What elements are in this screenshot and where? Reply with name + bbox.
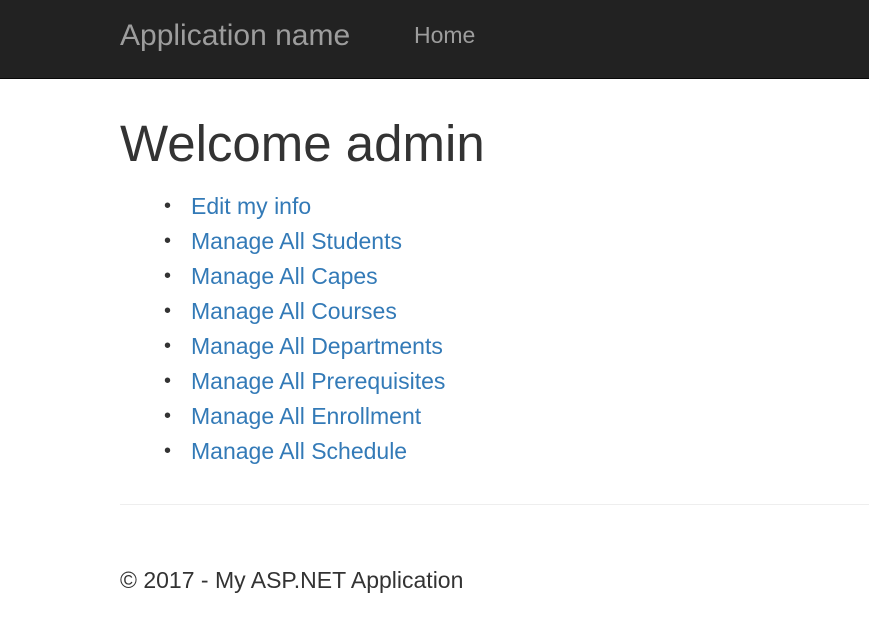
manage-capes-link[interactable]: Manage All Capes	[191, 259, 378, 294]
edit-my-info-link[interactable]: Edit my info	[191, 189, 311, 224]
bullet-icon: •	[164, 440, 172, 462]
manage-departments-link[interactable]: Manage All Departments	[191, 329, 443, 364]
bullet-icon: •	[164, 265, 172, 287]
nav-link-home[interactable]: Home	[414, 21, 475, 49]
manage-enrollment-link[interactable]: Manage All Enrollment	[191, 399, 421, 434]
page-title: Welcome admin	[120, 115, 485, 172]
bullet-icon: •	[164, 370, 172, 392]
bullet-icon: •	[164, 230, 172, 252]
brand-link[interactable]: Application name	[120, 18, 350, 54]
manage-prerequisites-link[interactable]: Manage All Prerequisites	[191, 364, 445, 399]
bullet-icon: •	[164, 335, 172, 357]
footer-divider	[120, 504, 869, 505]
manage-courses-link[interactable]: Manage All Courses	[191, 294, 397, 329]
manage-schedule-link[interactable]: Manage All Schedule	[191, 434, 407, 469]
top-navbar: Application name Home	[0, 0, 869, 79]
footer-copyright: © 2017 - My ASP.NET Application	[120, 567, 464, 593]
bullet-icon: •	[164, 195, 172, 217]
bullet-icon: •	[164, 405, 172, 427]
bullet-icon: •	[164, 300, 172, 322]
manage-students-link[interactable]: Manage All Students	[191, 224, 402, 259]
